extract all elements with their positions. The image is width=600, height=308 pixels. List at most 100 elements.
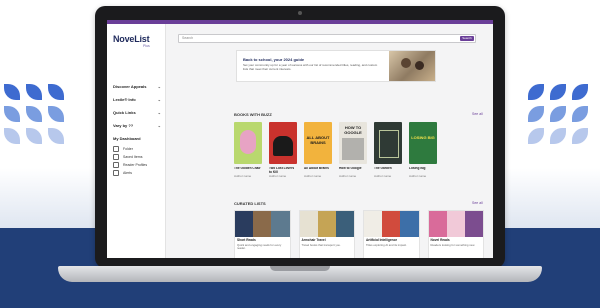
dashboard-item-profiles[interactable]: Reader Profiles [113,161,161,169]
list-cover-strip [235,211,290,237]
sidebar-item-lexile-info[interactable]: Lexile® Info ⌄ [113,93,161,106]
dashboard-title: My Dashboard [113,136,141,141]
laptop-screen: English NoveList Plus Discover Appeals ⌄… [107,20,493,258]
bookmark-icon [113,154,119,160]
search-placeholder: Search [182,36,194,40]
lists-section-title: CURATED LISTS [234,201,266,206]
cover-text: HOW TO GOOGLE [344,125,362,135]
cover-art-shape [240,130,256,154]
list-card[interactable]: Short Reads Quick and engaging reads for… [234,210,291,258]
list-cover [446,211,465,237]
books-see-all-link[interactable]: See all [472,112,483,116]
list-cover [382,211,401,237]
book-card[interactable]: ALL ABOUT BRAINS All About Brains Author… [304,122,332,179]
book-author: Author name [304,174,322,178]
book-card[interactable]: HOW TO GOOGLE How to Google Author name [339,122,367,179]
dashboard-item-folder[interactable]: Folder [113,145,161,153]
leaf-shape [572,106,588,122]
leaf-shape [572,84,588,100]
list-description: Quick and engaging reads for every reade… [237,242,282,251]
leaf-shape [48,106,64,122]
list-description: Readers looking for something new. [430,242,475,247]
leaf-shape [528,106,544,122]
lists-see-all-link[interactable]: See all [472,201,483,205]
dashboard-item-label: Reader Profiles [123,163,148,167]
leaf-shape [528,128,544,144]
sidebar-menu: Discover Appeals ⌄ Lexile® Info ⌄ Quick … [113,80,161,177]
list-cover-strip [299,211,355,237]
list-cover [428,211,447,237]
book-cover[interactable]: LOSING BIG [409,122,437,164]
book-card[interactable]: LOSING BIG Losing Big Author name [409,122,437,179]
novelist-logo[interactable]: NoveList [113,34,150,44]
sidebar-item-label: Vary by ?? [113,123,134,128]
sidebar-item-discover-appeals[interactable]: Discover Appeals ⌄ [113,80,161,93]
laptop-notch [270,266,330,271]
list-card[interactable]: Armchair Travel Travel books that transp… [298,210,355,258]
book-author: Author name [409,174,427,178]
chevron-down-icon: ⌄ [157,110,161,115]
leaf-shape [48,84,64,100]
folder-icon [113,146,119,152]
leaf-shape [4,106,20,122]
sidebar-item-label: Quick Links [113,110,136,115]
photo-person-shape [415,61,424,70]
sidebar-item-label: Lexile® Info [113,97,136,102]
search-button[interactable]: Search [460,36,474,41]
dashboard-item-alerts[interactable]: Alerts [113,169,161,177]
list-cover [400,211,419,237]
search-input[interactable]: Search Search [178,34,476,43]
dashboard-item-saved[interactable]: Saved Items [113,153,161,161]
book-cover[interactable] [269,122,297,164]
list-cover [271,211,290,237]
book-author: Author name [339,174,357,178]
book-author: Author name [234,174,252,178]
list-card[interactable]: Novel Reads Readers looking for somethin… [427,210,484,258]
sidebar-item-label: Discover Appeals [113,84,147,89]
list-cover [235,211,254,237]
sidebar-item-quick-links[interactable]: Quick Links ⌄ [113,106,161,119]
leaf-shape [550,106,566,122]
book-author: Author name [374,174,392,178]
book-card[interactable]: Two Lost Lovers to Kill Author name [269,122,297,179]
leaf-shape [26,106,42,122]
book-cover[interactable]: HOW TO GOOGLE [339,122,367,164]
book-author: Author name [269,174,287,178]
cover-text: ALL ABOUT BRAINS [306,135,330,145]
list-cover [299,211,318,237]
list-card[interactable]: Artificial Intelligence Titles exploring… [363,210,420,258]
chevron-down-icon: ⌄ [157,84,161,89]
main-content: Search Search Back to school, your 2024 … [166,24,493,258]
sidebar-item-vary[interactable]: Vary by ?? ⌄ [113,119,161,132]
list-cover-strip [428,211,484,237]
book-card[interactable]: The Garden Author name [374,122,402,179]
dashboard-item-label: Saved Items [123,155,143,159]
leaf-shape [26,128,42,144]
cover-text: LOSING BIG [411,135,435,140]
banner-title: Back to school, your 2024 guide [243,57,305,62]
profile-icon [113,162,119,168]
bell-icon [113,170,119,176]
promo-banner[interactable]: Back to school, your 2024 guide Set your… [236,50,436,82]
cover-art-shape [379,130,399,158]
decorative-leaves-left [4,84,64,144]
photo-person-shape [401,58,411,68]
book-cover[interactable] [234,122,262,164]
leaf-shape [572,128,588,144]
banner-photo [389,51,435,81]
books-section-title: BOOKS WITH BUZZ [234,112,272,117]
list-cover [464,211,484,237]
book-card[interactable]: The Golden Chair Author name [234,122,262,179]
webcam [298,11,302,15]
cover-art-shape [273,136,293,156]
curated-lists-row: Short Reads Quick and engaging reads for… [234,210,484,258]
book-cover[interactable]: ALL ABOUT BRAINS [304,122,332,164]
banner-text: Set your community up for a year of succ… [243,63,378,71]
sidebar: NoveList Plus Discover Appeals ⌄ Lexile®… [107,24,166,258]
list-cover [364,211,383,237]
list-cover [253,211,272,237]
chevron-down-icon: ⌄ [157,123,161,128]
book-cover[interactable] [374,122,402,164]
decorative-leaves-right [528,84,588,144]
list-cover [335,211,355,237]
